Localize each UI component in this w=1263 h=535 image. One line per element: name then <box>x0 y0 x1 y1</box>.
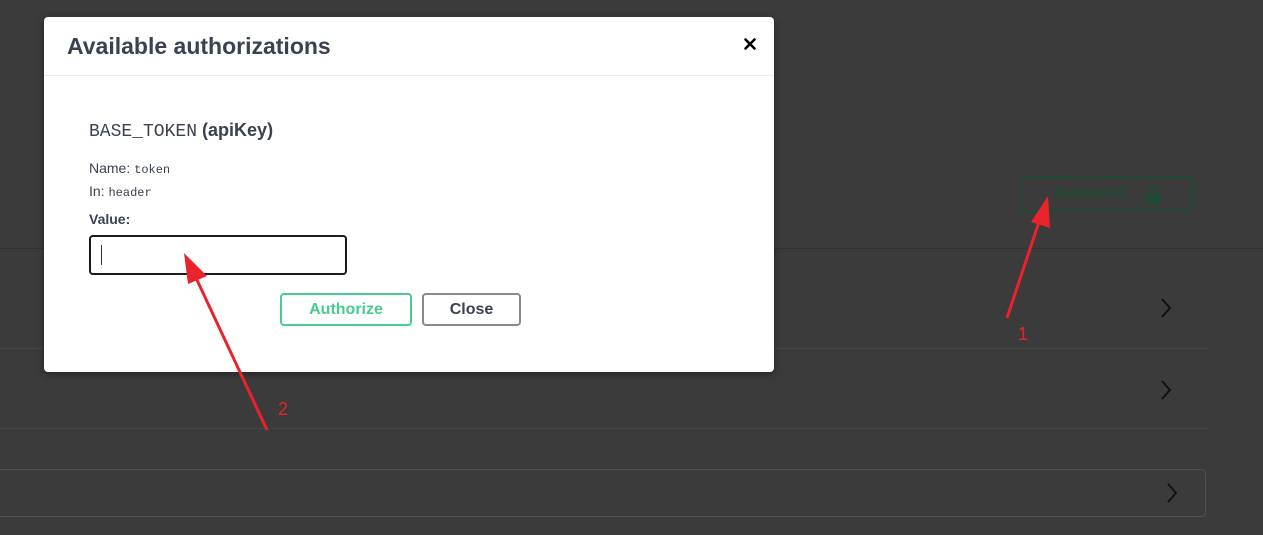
scheme-in-row: In: header <box>89 183 152 200</box>
background-authorize-button[interactable]: Authorize <box>1021 176 1193 212</box>
chevron-right-icon[interactable] <box>1160 297 1172 319</box>
scheme-name: BASE_TOKEN <box>89 122 198 142</box>
lock-icon <box>1145 184 1161 204</box>
modal-title: Available authorizations <box>67 33 331 59</box>
scheme-type: (apiKey) <box>202 120 274 140</box>
close-button[interactable]: Close <box>422 293 521 326</box>
operation-section[interactable] <box>0 469 1206 517</box>
value-input[interactable] <box>89 235 347 275</box>
authorizations-modal: Available authorizations BASE_TOKEN (api… <box>44 17 774 372</box>
in-label: In: <box>89 183 105 199</box>
text-caret <box>101 245 102 265</box>
background-authorize-label: Authorize <box>1053 185 1127 202</box>
name-label: Name: <box>89 160 131 176</box>
in-value: header <box>108 186 152 200</box>
close-icon[interactable] <box>744 37 756 51</box>
scheme-name-row: Name: token <box>89 160 170 177</box>
chevron-right-icon[interactable] <box>1160 379 1172 401</box>
authorize-button[interactable]: Authorize <box>280 293 412 326</box>
value-label: Value: <box>89 211 131 227</box>
annotation-marker-1: 1 <box>1018 324 1029 344</box>
chevron-right-icon[interactable] <box>1166 482 1178 504</box>
name-value: token <box>134 163 171 177</box>
scheme-title: BASE_TOKEN (apiKey) <box>89 120 273 142</box>
modal-header: Available authorizations <box>44 17 774 76</box>
annotation-marker-2: 2 <box>278 399 289 419</box>
